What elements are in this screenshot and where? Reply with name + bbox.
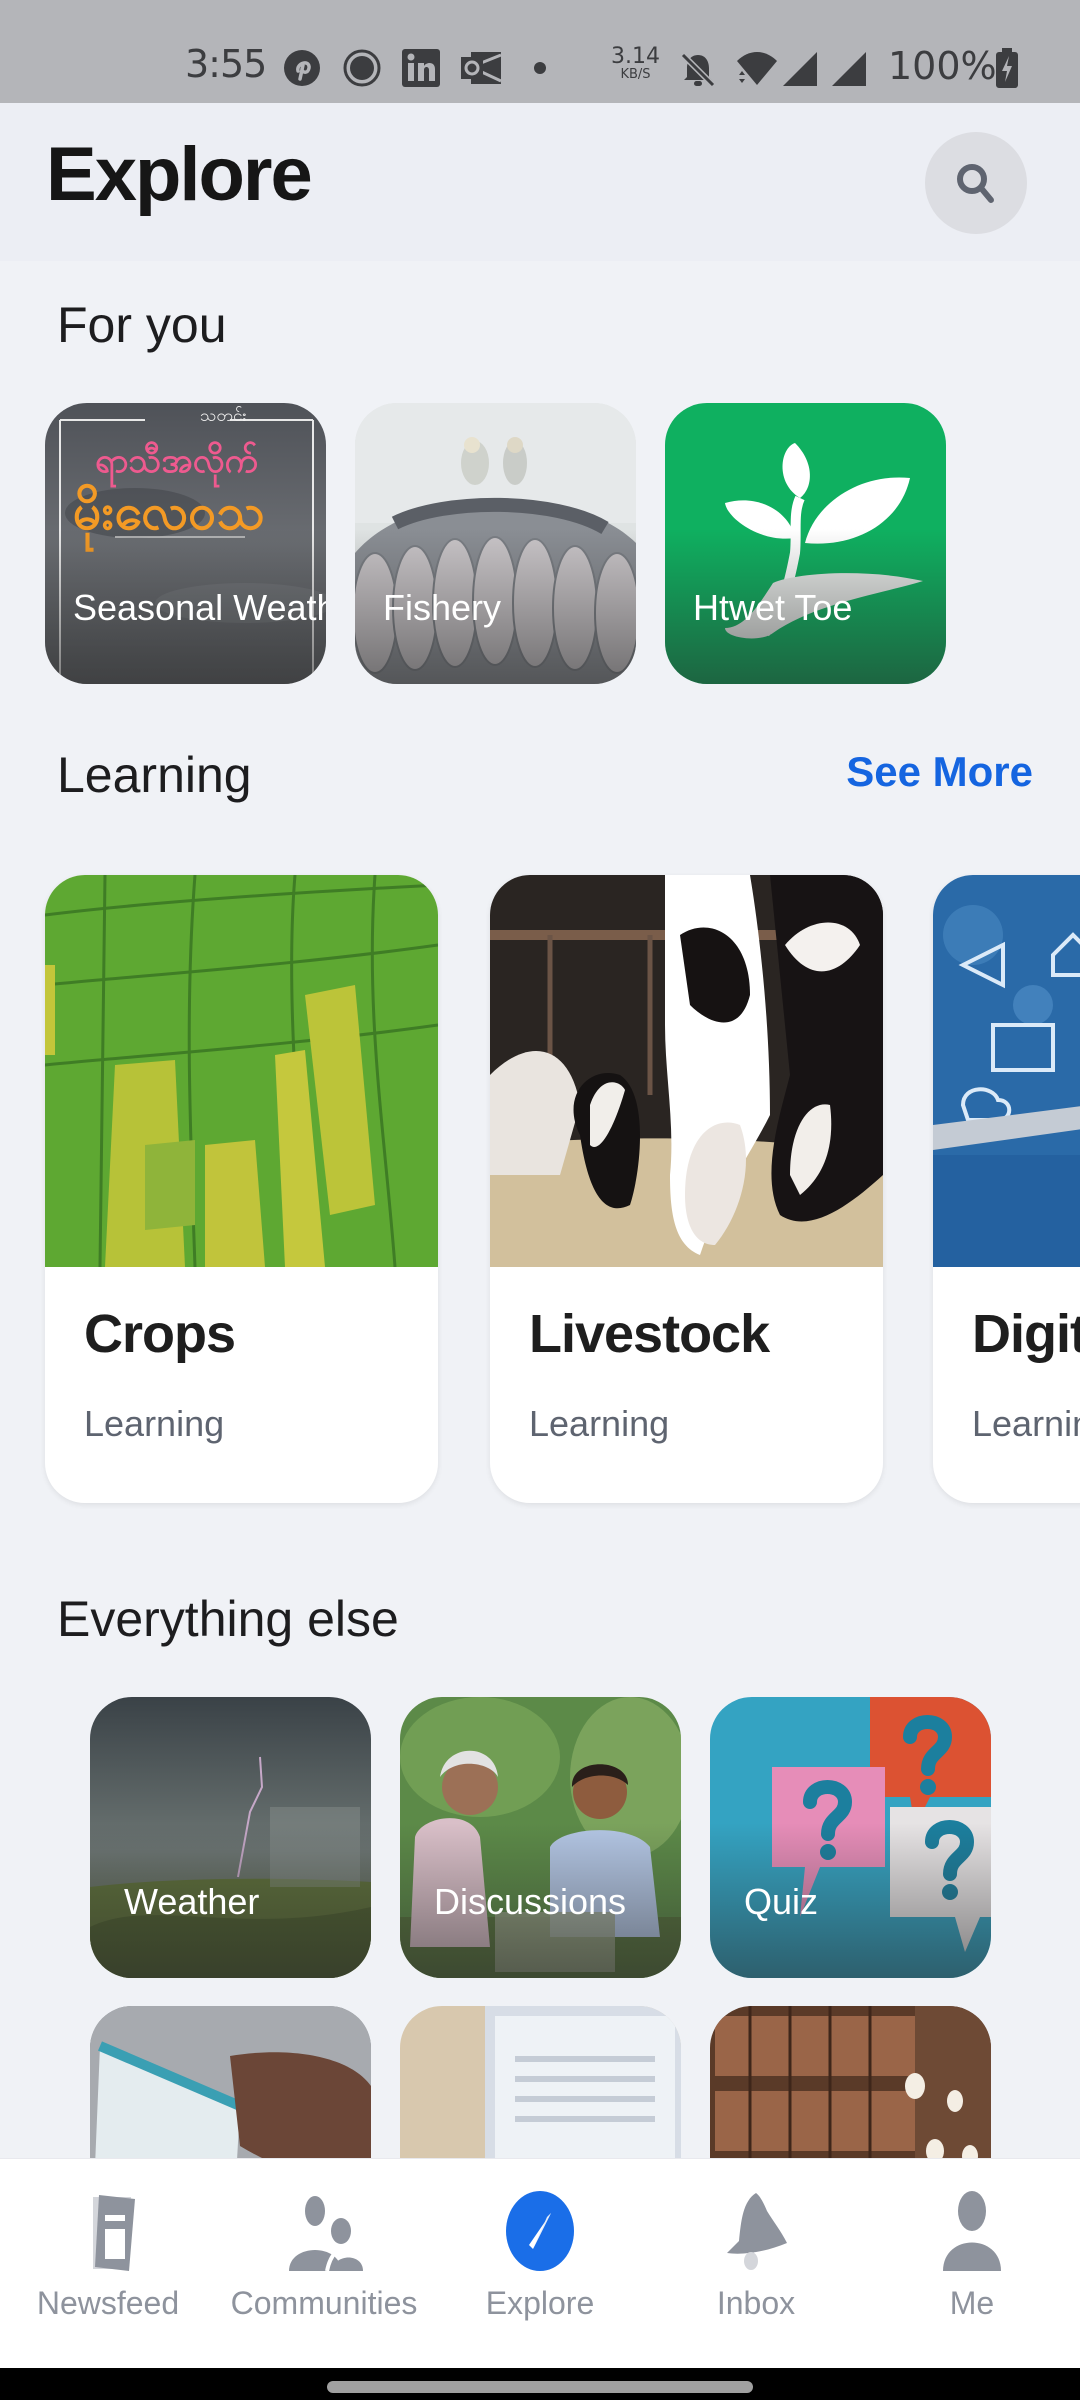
- card-title: Digit: [972, 1304, 1080, 1364]
- status-time: 3:55: [185, 42, 267, 86]
- card-subtitle: Learning: [529, 1403, 670, 1444]
- search-button[interactable]: [925, 132, 1027, 234]
- card-title: Livestock: [529, 1304, 770, 1364]
- learning-card-livestock[interactable]: Livestock Learning: [490, 875, 883, 1503]
- tile-label: Discussions: [434, 1881, 627, 1922]
- search-icon: [957, 164, 994, 203]
- nav-newsfeed[interactable]: Newsfeed: [0, 2159, 216, 2369]
- learning-title: Learning: [57, 747, 252, 803]
- net-speed: 3.14 KB/S: [611, 44, 660, 82]
- news-label: သတင်း: [200, 406, 247, 426]
- newsfeed-icon: [93, 2195, 135, 2271]
- grid-item-weather[interactable]: Weather: [90, 1697, 371, 1978]
- pinterest-icon: [284, 50, 320, 86]
- nav-label: Communities: [230, 2285, 418, 2321]
- card-subtitle: Learnin: [972, 1403, 1080, 1444]
- record-icon: [343, 49, 381, 87]
- page-title: Explore: [46, 132, 313, 217]
- linkedin-icon: [402, 49, 440, 87]
- system-nav-bar: [0, 2368, 1080, 2400]
- for-you-htwet-toe[interactable]: Htwet Toe: [665, 403, 946, 684]
- nav-communities[interactable]: Communities: [216, 2159, 432, 2369]
- tile-label: Seasonal Weath: [73, 587, 326, 628]
- grid-item-quiz[interactable]: Quiz: [710, 1697, 991, 1978]
- for-you-title: For you: [57, 297, 227, 353]
- tile-label: Htwet Toe: [693, 587, 853, 628]
- livestock-image: [490, 875, 883, 1267]
- bottom-nav: Newsfeed Communities Explore Inbox Me: [0, 2158, 1080, 2368]
- grid-item-discussions[interactable]: Discussions: [400, 1697, 681, 1978]
- person-icon: [943, 2191, 1001, 2271]
- for-you-fishery[interactable]: Fishery: [355, 403, 636, 684]
- tile-label: Quiz: [744, 1881, 819, 1922]
- dot-icon: [534, 62, 546, 74]
- for-you-seasonal-weather[interactable]: သတင်း ရာသီအလိုက် မိုးလေဝသ Seasonal Weath: [45, 403, 326, 684]
- nav-label: Newsfeed: [36, 2285, 180, 2321]
- nav-me[interactable]: Me: [864, 2159, 1080, 2369]
- home-gesture-handle[interactable]: [327, 2381, 753, 2393]
- battery-charging-icon: [996, 48, 1018, 88]
- bell-muted-icon: [680, 52, 716, 88]
- everything-else-title: Everything else: [57, 1591, 399, 1647]
- card-title: Crops: [84, 1304, 236, 1364]
- status-bar: 3:55 3.14 KB/S 100%: [0, 0, 1080, 103]
- wifi-icon: [737, 52, 777, 85]
- learning-card-digital[interactable]: Digit Learnin: [933, 875, 1080, 1503]
- tile-label: Fishery: [383, 587, 502, 628]
- nav-label: Inbox: [716, 2285, 796, 2321]
- outlook-icon: [461, 52, 502, 84]
- explore-screen: 3:55 3.14 KB/S 100% Explore For you သတင်…: [0, 0, 1080, 2400]
- bell-icon: [727, 2193, 787, 2270]
- crops-image: [45, 875, 438, 1267]
- battery-percent: 100%: [888, 44, 997, 88]
- see-more-link[interactable]: See More: [846, 748, 1033, 796]
- signal-icon: [832, 52, 866, 86]
- signal-icon: [783, 52, 817, 86]
- nav-explore[interactable]: Explore: [432, 2159, 648, 2369]
- communities-icon: [289, 2196, 363, 2271]
- nav-label: Explore: [485, 2285, 595, 2321]
- nav-label: Me: [949, 2285, 995, 2321]
- card-subtitle: Learning: [84, 1403, 225, 1444]
- learning-card-crops[interactable]: Crops Learning: [45, 875, 438, 1503]
- app-header: Explore: [0, 103, 1080, 261]
- tile-label: Weather: [124, 1881, 260, 1922]
- nav-inbox[interactable]: Inbox: [648, 2159, 864, 2369]
- digital-image: [933, 875, 1080, 1267]
- compass-icon: [506, 2191, 574, 2271]
